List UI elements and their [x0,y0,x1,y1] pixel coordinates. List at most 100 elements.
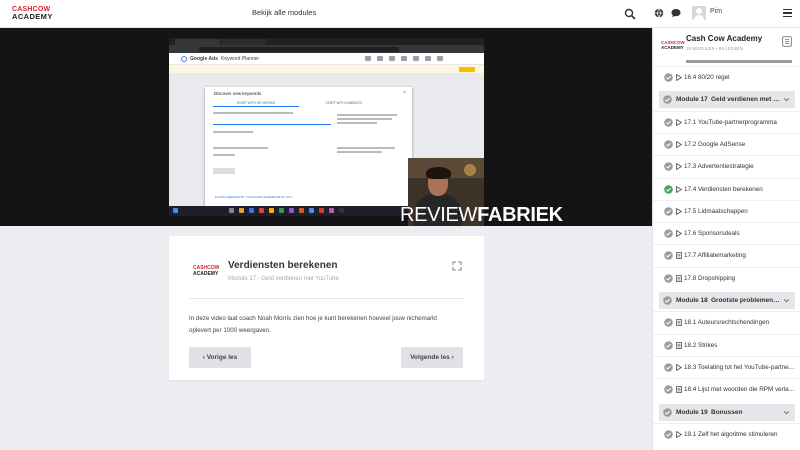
lesson-module-subtitle: Module 17 - Geld verdienen met YouTube [228,276,339,282]
play-icon [676,207,683,215]
course-header: CASHCOW ACADEMY Cash Cow Academy 19 MODU… [653,28,800,65]
globe-icon[interactable] [654,8,664,18]
check-icon[interactable] [664,363,673,372]
lesson-item[interactable]: 18.3 Toelating tot het YouTube-partnerpr… [653,355,800,378]
dialog-results-button [213,168,235,174]
dialog-close-icon: × [403,90,406,96]
divider [189,298,464,299]
module-header[interactable]: Module 17Geld verdienen met YouTube [659,91,795,109]
google-ads-toolbar [365,56,465,61]
lesson-label: 17.3 Advertentiestrategie [684,163,754,171]
document-icon [676,341,682,349]
module-number: Module 17 [676,96,708,104]
document-icon [676,319,682,327]
lesson-label: 17.6 Sponsorsdeals [684,230,740,238]
google-ads-title: Google Ads [190,56,218,62]
module-check-icon [663,296,672,305]
hamburger-menu-icon[interactable] [783,9,792,17]
check-icon[interactable] [664,162,673,171]
dialog-tab-keywords: START WITH KEYWORDS [213,100,299,107]
module-header[interactable]: Module 19 Bonussen [659,403,795,421]
course-outline-icon[interactable] [782,36,792,47]
lesson-item[interactable]: 17.3 Advertentiestrategie [653,155,800,177]
play-icon [676,118,683,126]
check-icon[interactable] [664,318,673,328]
chevron-down-icon[interactable] [783,409,790,416]
logo-line-2: ACADEMY [12,12,53,21]
google-ads-warning-bar [169,65,484,73]
lesson-label: 18.1 Auteursrechtschendingen [684,319,770,327]
lesson-title: Verdiensten berekenen [228,260,338,271]
lesson-item[interactable]: 17.5 Lidmaatschappen [653,199,800,222]
check-icon[interactable] [664,340,673,350]
lesson-item[interactable]: 18.2 Strikes [653,333,800,356]
cashcow-logo[interactable]: CASHCOW ACADEMY [12,6,53,20]
check-icon[interactable] [664,273,673,283]
google-ads-logo-icon [181,56,187,62]
course-title: Cash Cow Academy [686,34,763,43]
lesson-item[interactable]: 17.1 YouTube-partnerprogramma [653,110,800,133]
lesson-item[interactable]: 17.4 Verdiensten berekenen [653,177,800,200]
expand-icon[interactable] [451,260,463,272]
chat-icon[interactable] [671,8,681,18]
lesson-item[interactable]: 17.2 Google AdSense [653,132,800,155]
check-icon[interactable] [664,229,673,238]
dialog-keyword-field [213,118,331,125]
lesson-item[interactable]: 18.4 Lijst met woorden die RPM verlagen [653,378,800,400]
course-logo: CASHCOW ACADEMY [661,40,685,50]
check-icon[interactable] [664,73,673,82]
check-icon[interactable] [664,251,673,261]
completed-check-icon[interactable] [664,184,673,194]
document-icon [676,274,682,282]
lesson-label: 17.2 Google AdSense [684,140,746,148]
lesson-label: 17.1 YouTube-partnerprogramma [684,118,777,126]
plans-tabs: PLANS CREATED BY YOU PLANS SHARED WITH Y… [205,192,412,206]
lesson-logo: CASHCOW ACADEMY [193,265,220,277]
search-icon[interactable] [624,8,636,20]
course-sidebar: CASHCOW ACADEMY Cash Cow Academy 19 MODU… [652,28,800,450]
lesson-item[interactable]: 18.1 Auteursrechtschendingen [653,311,800,333]
lesson-item[interactable]: 17.8 Dropshipping [653,266,800,289]
browser-address-bar [169,45,484,53]
top-navbar: CASHCOW ACADEMY Bekijk alle modules Pim [0,0,800,28]
play-icon [676,229,683,238]
user-name[interactable]: Pim [710,8,722,15]
check-icon[interactable] [664,429,673,439]
all-modules-link[interactable]: Bekijk alle modules [252,8,316,17]
lesson-item[interactable]: 17.6 Sponsorsdeals [653,222,800,244]
lesson-item[interactable]: 16.4 80/20 regel [653,66,800,88]
discover-keywords-dialog: Discover new keywords × START WITH KEYWO… [205,87,412,208]
chevron-down-icon[interactable] [783,297,790,304]
module-check-icon [663,95,672,105]
module-header[interactable]: Module 18Grootste problemen en oplossing… [659,292,795,309]
lesson-label: 18.2 Strikes [684,341,718,349]
document-icon [676,252,682,260]
play-icon [676,162,683,171]
course-module-count: 19 MODULES • 99 LESSEN [686,46,744,51]
play-icon [676,73,683,82]
next-lesson-button[interactable]: Volgende les › [401,347,463,368]
check-icon[interactable] [664,140,673,149]
dialog-title: Discover new keywords [214,91,262,96]
lesson-card: CASHCOW ACADEMY Verdiensten berekenen Mo… [169,236,484,380]
module-title: Geld verdienen met YouTube [711,96,780,104]
module-number: Module 18 [676,297,708,304]
google-ads-header: Google Ads Keyword Planner [169,53,484,65]
play-icon [676,430,683,438]
chevron-down-icon[interactable] [783,96,790,103]
reviewfabriek-watermark: REVIEWFABRIEK [400,204,563,226]
lesson-item[interactable]: 17.7 Affiliatemarketing [653,244,800,266]
document-icon [676,386,682,394]
video-player[interactable]: Google Ads Keyword Planner Discover new … [0,28,652,226]
check-icon[interactable] [664,385,673,394]
module-number: Module 19 [676,408,708,416]
play-icon [676,140,683,149]
check-icon[interactable] [664,117,673,127]
lesson-label: 16.4 80/20 regel [684,74,730,81]
avatar[interactable] [692,6,706,20]
previous-lesson-button[interactable]: ‹ Vorige les [189,347,251,368]
lesson-item[interactable]: 19.1 Zelf het algoritme stimuleren [653,422,800,445]
check-icon[interactable] [664,206,673,216]
lesson-label: 19.1 Zelf het algoritme stimuleren [684,430,778,438]
course-progress-bar [686,60,792,63]
